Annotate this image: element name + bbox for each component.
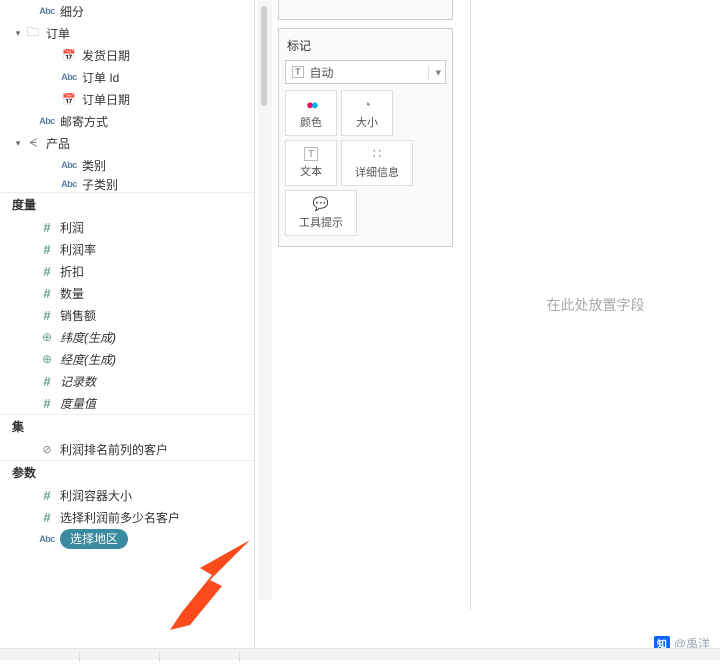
number-icon: #: [38, 242, 56, 257]
caret-down-icon: ▾: [12, 28, 24, 39]
size-icon: ◔: [363, 96, 371, 112]
field-profit[interactable]: # 利润: [0, 216, 254, 238]
field-latitude[interactable]: ⊕ 纬度(生成): [0, 326, 254, 348]
cell-label: 详细信息: [355, 164, 399, 180]
text-mark-icon: T: [292, 66, 304, 78]
field-label: 子类别: [82, 176, 250, 192]
field-label: 选择利润前多少名客户: [60, 509, 250, 526]
field-label: 邮寄方式: [60, 113, 250, 130]
marks-type-label: 自动: [310, 64, 334, 81]
marks-title: 标记: [285, 35, 446, 60]
hierarchy-icon: ᗕ: [24, 136, 42, 151]
field-label: 利润容器大小: [60, 487, 250, 504]
marks-grid: ●● 颜色 ◔ 大小 T 文本 ∷ 详细信息 💬 工具提示: [285, 90, 446, 236]
field-label: 度量值: [60, 395, 250, 412]
field-label: 类别: [82, 157, 250, 174]
abc-icon: Abc: [60, 179, 78, 189]
field-label: 记录数: [60, 373, 250, 390]
section-sets: 集: [0, 414, 254, 438]
abc-icon: Abc: [60, 160, 78, 170]
number-icon: #: [38, 374, 56, 389]
sheet-tabs-bar[interactable]: [0, 648, 720, 660]
set-top-profit-customers[interactable]: ⊘ 利润排名前列的客户: [0, 438, 254, 460]
field-label: 数量: [60, 285, 250, 302]
data-pane: Abc细分 ▾🗀订单 📅发货日期 Abc订单 Id 📅订单日期 Abc邮寄方式 …: [0, 0, 255, 660]
calendar-icon: 📅: [60, 49, 78, 62]
marks-type-dropdown[interactable]: T 自动: [285, 60, 446, 84]
set-icon: ⊘: [38, 443, 56, 456]
param-top-n-customers[interactable]: # 选择利润前多少名客户: [0, 506, 254, 528]
cell-label: 颜色: [300, 114, 322, 130]
marks-detail[interactable]: ∷ 详细信息: [341, 140, 413, 186]
field-order-date[interactable]: 📅 订单日期: [0, 88, 254, 110]
folder-order[interactable]: ▾🗀订单: [0, 22, 254, 44]
text-icon: T: [304, 147, 318, 161]
number-icon: #: [38, 488, 56, 503]
number-icon: #: [38, 308, 56, 323]
vertical-scrollbar[interactable]: [258, 0, 272, 600]
field-label: 细分: [60, 3, 250, 20]
folder-icon: 🗀: [24, 23, 42, 44]
field-label: 利润排名前列的客户: [60, 441, 250, 458]
number-icon: #: [38, 286, 56, 301]
abc-icon: Abc: [38, 116, 56, 126]
marks-size[interactable]: ◔ 大小: [341, 90, 393, 136]
marks-color[interactable]: ●● 颜色: [285, 90, 337, 136]
abc-icon: Abc: [38, 6, 56, 16]
marks-text[interactable]: T 文本: [285, 140, 337, 186]
tooltip-icon: 💬: [313, 196, 329, 212]
calendar-icon: 📅: [60, 93, 78, 106]
folder-label: 产品: [46, 135, 250, 152]
selected-pill: 选择地区: [60, 529, 128, 549]
field-label: 纬度(生成): [60, 329, 250, 346]
number-icon: #: [38, 510, 56, 525]
number-icon: #: [38, 220, 56, 235]
marks-card: 标记 T 自动 ●● 颜色 ◔ 大小 T 文本 ∷ 详细信息 💬 工具提示: [278, 28, 453, 247]
field-quantity[interactable]: # 数量: [0, 282, 254, 304]
section-measures: 度量: [0, 192, 254, 216]
field-label: 订单日期: [82, 91, 250, 108]
field-subcategory[interactable]: Abc 子类别: [0, 176, 254, 192]
section-parameters: 参数: [0, 460, 254, 484]
field-order-id[interactable]: Abc 订单 Id: [0, 66, 254, 88]
field-records[interactable]: # 记录数: [0, 370, 254, 392]
field-label: 销售额: [60, 307, 250, 324]
cell-label: 大小: [356, 114, 378, 130]
field-label: 折扣: [60, 263, 250, 280]
field-profit-rate[interactable]: # 利润率: [0, 238, 254, 260]
field-label: 订单 Id: [82, 69, 250, 86]
field-ship-mode[interactable]: Abc 邮寄方式: [0, 110, 254, 132]
field-longitude[interactable]: ⊕ 经度(生成): [0, 348, 254, 370]
field-label: 利润率: [60, 241, 250, 258]
cell-label: 文本: [300, 163, 322, 179]
param-bin-size[interactable]: # 利润容器大小: [0, 484, 254, 506]
globe-icon: ⊕: [38, 352, 56, 366]
field-label: 利润: [60, 219, 250, 236]
field-discount[interactable]: # 折扣: [0, 260, 254, 282]
color-icon: ●●: [306, 96, 316, 112]
field-label: 经度(生成): [60, 351, 250, 368]
param-select-region[interactable]: Abc 选择地区: [0, 528, 254, 550]
canvas-placeholder: 在此处放置字段: [547, 295, 645, 315]
abc-icon: Abc: [60, 72, 78, 82]
field-label: 发货日期: [82, 47, 250, 64]
detail-icon: ∷: [373, 146, 381, 162]
field-measure-values[interactable]: # 度量值: [0, 392, 254, 414]
field-category[interactable]: Abc 类别: [0, 154, 254, 176]
marks-tooltip[interactable]: 💬 工具提示: [285, 190, 357, 236]
abc-icon: Abc: [38, 534, 56, 544]
field-segment[interactable]: Abc 细分: [0, 0, 254, 22]
shelf-above: [278, 0, 453, 20]
view-canvas[interactable]: 在此处放置字段: [470, 0, 720, 610]
cell-label: 工具提示: [299, 214, 343, 230]
globe-icon: ⊕: [38, 330, 56, 344]
folder-label: 订单: [46, 25, 250, 42]
caret-down-icon: ▾: [12, 138, 24, 149]
number-icon: #: [38, 264, 56, 279]
field-sales[interactable]: # 销售额: [0, 304, 254, 326]
number-icon: #: [38, 396, 56, 411]
folder-product[interactable]: ▾ᗕ 产品: [0, 132, 254, 154]
field-ship-date[interactable]: 📅 发货日期: [0, 44, 254, 66]
